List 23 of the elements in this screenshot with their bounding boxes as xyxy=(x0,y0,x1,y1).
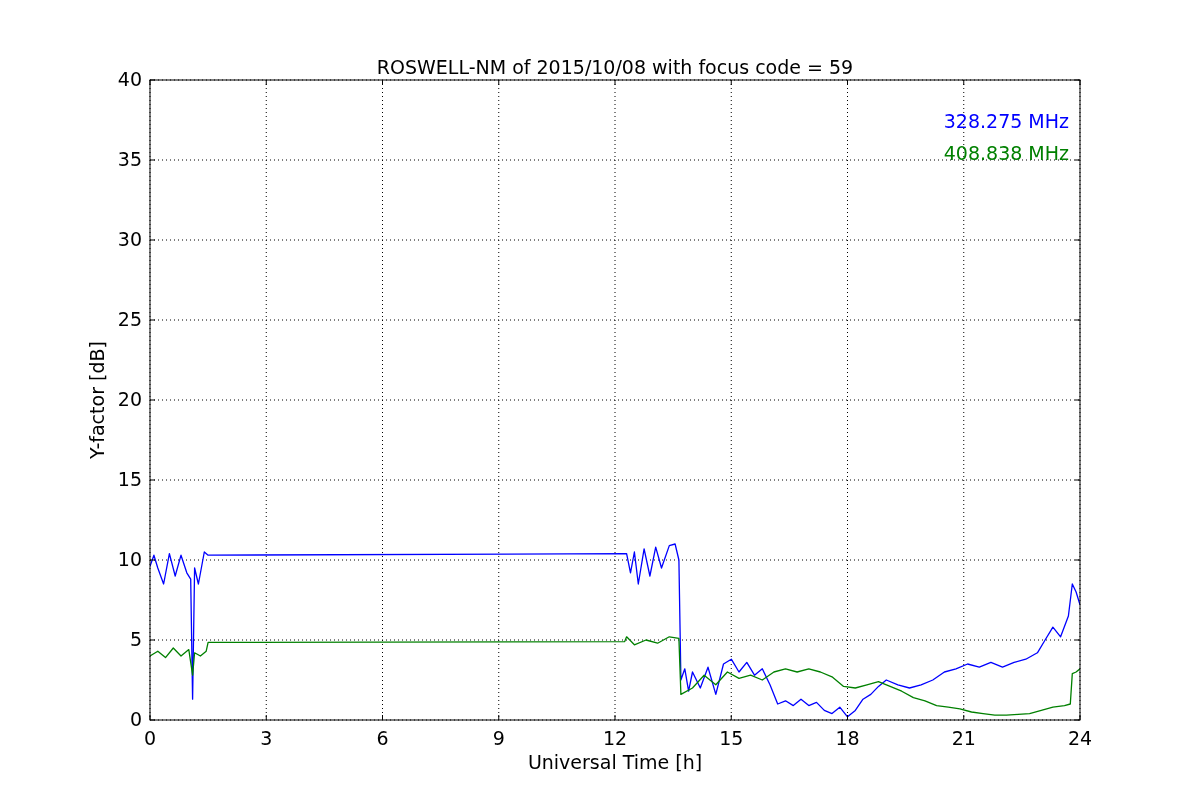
x-tick-label: 0 xyxy=(143,727,157,749)
x-tick-label: 9 xyxy=(492,727,505,749)
x-tick-label: 24 xyxy=(1067,727,1093,749)
legend-label: 328.275 MHz xyxy=(943,110,1069,132)
x-tick-label: 21 xyxy=(951,727,976,749)
y-tick-label: 0 xyxy=(129,708,142,730)
x-tick-label: 3 xyxy=(260,727,273,749)
x-tick-label: 18 xyxy=(835,727,860,749)
x-tick-label: 15 xyxy=(719,727,744,749)
x-tick-label: 6 xyxy=(376,727,389,749)
y-axis-label: Y-factor [dB] xyxy=(86,341,108,459)
chart-title: ROSWELL-NM of 2015/10/08 with focus code = 59 xyxy=(376,56,854,78)
y-tick-label: 10 xyxy=(117,548,142,570)
x-tick-label: 12 xyxy=(602,727,628,749)
y-tick-label: 35 xyxy=(117,148,142,170)
x-axis-label: Universal Time [h] xyxy=(527,751,703,773)
y-tick-label: 30 xyxy=(117,228,142,250)
y-tick-label: 5 xyxy=(129,628,142,650)
y-tick-label: 15 xyxy=(117,468,142,490)
legend-label: 408.838 MHz xyxy=(943,142,1069,164)
y-tick-label: 20 xyxy=(117,388,142,410)
y-tick-label: 40 xyxy=(117,68,142,90)
y-tick-label: 25 xyxy=(117,308,142,330)
